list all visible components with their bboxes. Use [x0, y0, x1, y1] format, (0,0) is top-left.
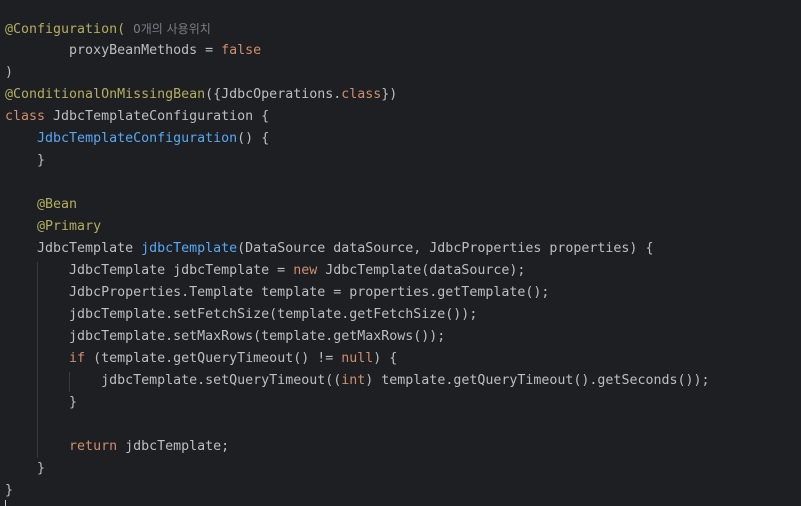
keyword-int: int [341, 373, 366, 388]
code-line-5: class JdbcTemplateConfiguration { [5, 106, 269, 128]
code-line-13: JdbcProperties.Template template = prope… [5, 285, 550, 300]
code-line-22: } [5, 483, 14, 498]
annotation-primary: @Primary [37, 219, 102, 234]
code-line-1: @Configuration( 0개의 사용위치 [5, 18, 211, 40]
code-editor[interactable]: @Configuration( 0개의 사용위치 proxyBeanMethods… [0, 0, 801, 506]
code-line-17: jdbcTemplate.setQueryTimeout((int) templ… [5, 373, 710, 388]
annotation-param: proxyBeanMethods = [69, 43, 222, 58]
code-line-20: return jdbcTemplate; [69, 439, 230, 454]
keyword-new: new [293, 263, 318, 278]
code-line-21: } [5, 461, 46, 476]
code-line-7: } [5, 153, 46, 168]
keyword-if: if [69, 351, 86, 366]
class-declaration: JdbcTemplateConfiguration { [45, 109, 270, 124]
code-line-4: @ConditionalOnMissingBean({JdbcOperation… [5, 87, 398, 102]
code-line-6: JdbcTemplateConfiguration() { [37, 131, 270, 146]
code-line-2: proxyBeanMethods = false [5, 40, 261, 62]
code-line-18: } [5, 395, 78, 410]
annotation-conditional-on-missing-bean: @ConditionalOnMissingBean [5, 87, 206, 102]
code-line-16: if (template.getQueryTimeout() != null) … [69, 351, 398, 366]
usages-inlay-hint[interactable]: 0개의 사용위치 [133, 22, 211, 36]
keyword-null: null [341, 351, 374, 366]
code-line-3: ) [5, 65, 14, 80]
code-line-9: @Bean [5, 194, 77, 216]
text-cursor [5, 500, 6, 506]
keyword-return: return [69, 439, 118, 454]
code-line-10: @Primary [5, 216, 101, 238]
annotation-configuration: @Configuration( [5, 22, 126, 37]
constructor-name: JdbcTemplateConfiguration [37, 131, 238, 146]
keyword-class: class [5, 109, 46, 124]
method-name: jdbcTemplate [141, 241, 238, 256]
code-line-14: jdbcTemplate.setFetchSize(template.getFe… [5, 307, 478, 322]
keyword-class: class [341, 87, 382, 102]
annotation-bean: @Bean [37, 197, 78, 212]
code-line-11: JdbcTemplate jdbcTemplate(DataSource dat… [5, 241, 654, 256]
code-line-15: jdbcTemplate.setMaxRows(template.getMaxR… [5, 329, 446, 344]
code-line-12: JdbcTemplate jdbcTemplate = new JdbcTemp… [5, 263, 526, 278]
keyword-false: false [221, 43, 262, 58]
